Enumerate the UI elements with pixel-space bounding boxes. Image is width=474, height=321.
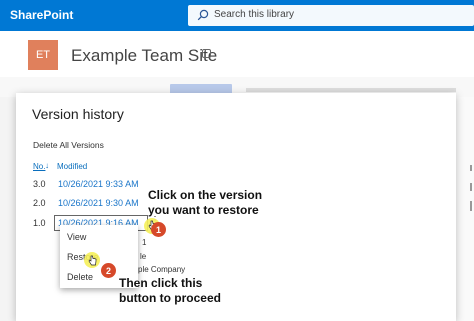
command-bar-items	[246, 88, 456, 92]
version-date-link[interactable]: 10/26/2021 9:30 AM	[58, 198, 139, 208]
step-1-callout: Click on the version you want to restore	[148, 188, 262, 218]
menu-item-view[interactable]: View	[67, 232, 86, 242]
edge-mark	[470, 205, 472, 211]
size-fragment: 1	[142, 238, 147, 247]
dialog-title: Version history	[32, 106, 124, 122]
step-1-badge: 1	[151, 222, 166, 237]
version-number: 1.0	[33, 218, 46, 228]
search-icon	[197, 9, 209, 21]
teams-icon	[202, 49, 211, 58]
hand-cursor-icon	[88, 255, 97, 266]
edge-mark	[470, 185, 472, 191]
version-date-link[interactable]: 10/26/2021 9:33 AM	[58, 179, 139, 189]
version-number: 2.0	[33, 198, 46, 208]
step-2-text: Then click this	[119, 276, 203, 290]
step-2-callout: Then click this button to proceed	[119, 276, 221, 306]
site-logo[interactable]: ET	[28, 40, 58, 70]
suite-bar: SharePoint Search this library	[0, 0, 474, 31]
step-2-text: button to proceed	[119, 291, 221, 305]
search-box[interactable]: Search this library	[188, 5, 474, 26]
step-1-text: you want to restore	[148, 203, 259, 217]
delete-all-versions-link[interactable]: Delete All Versions	[33, 140, 104, 150]
company-fragment: ple Company	[138, 265, 186, 274]
site-title[interactable]: Example Team Site	[71, 46, 217, 66]
edge-mark	[470, 165, 472, 171]
sort-down-icon[interactable]: ↓	[45, 161, 49, 170]
left-nav	[0, 97, 16, 321]
column-header-no[interactable]: No.	[33, 162, 45, 171]
version-number: 3.0	[33, 179, 46, 189]
column-header-modified[interactable]: Modified	[57, 162, 87, 171]
step-2-badge: 2	[101, 263, 116, 278]
app-brand[interactable]: SharePoint	[10, 8, 73, 22]
step-1-text: Click on the version	[148, 188, 263, 202]
field-fragment: le	[140, 252, 147, 261]
search-placeholder: Search this library	[214, 9, 295, 20]
menu-item-delete[interactable]: Delete	[67, 272, 93, 282]
